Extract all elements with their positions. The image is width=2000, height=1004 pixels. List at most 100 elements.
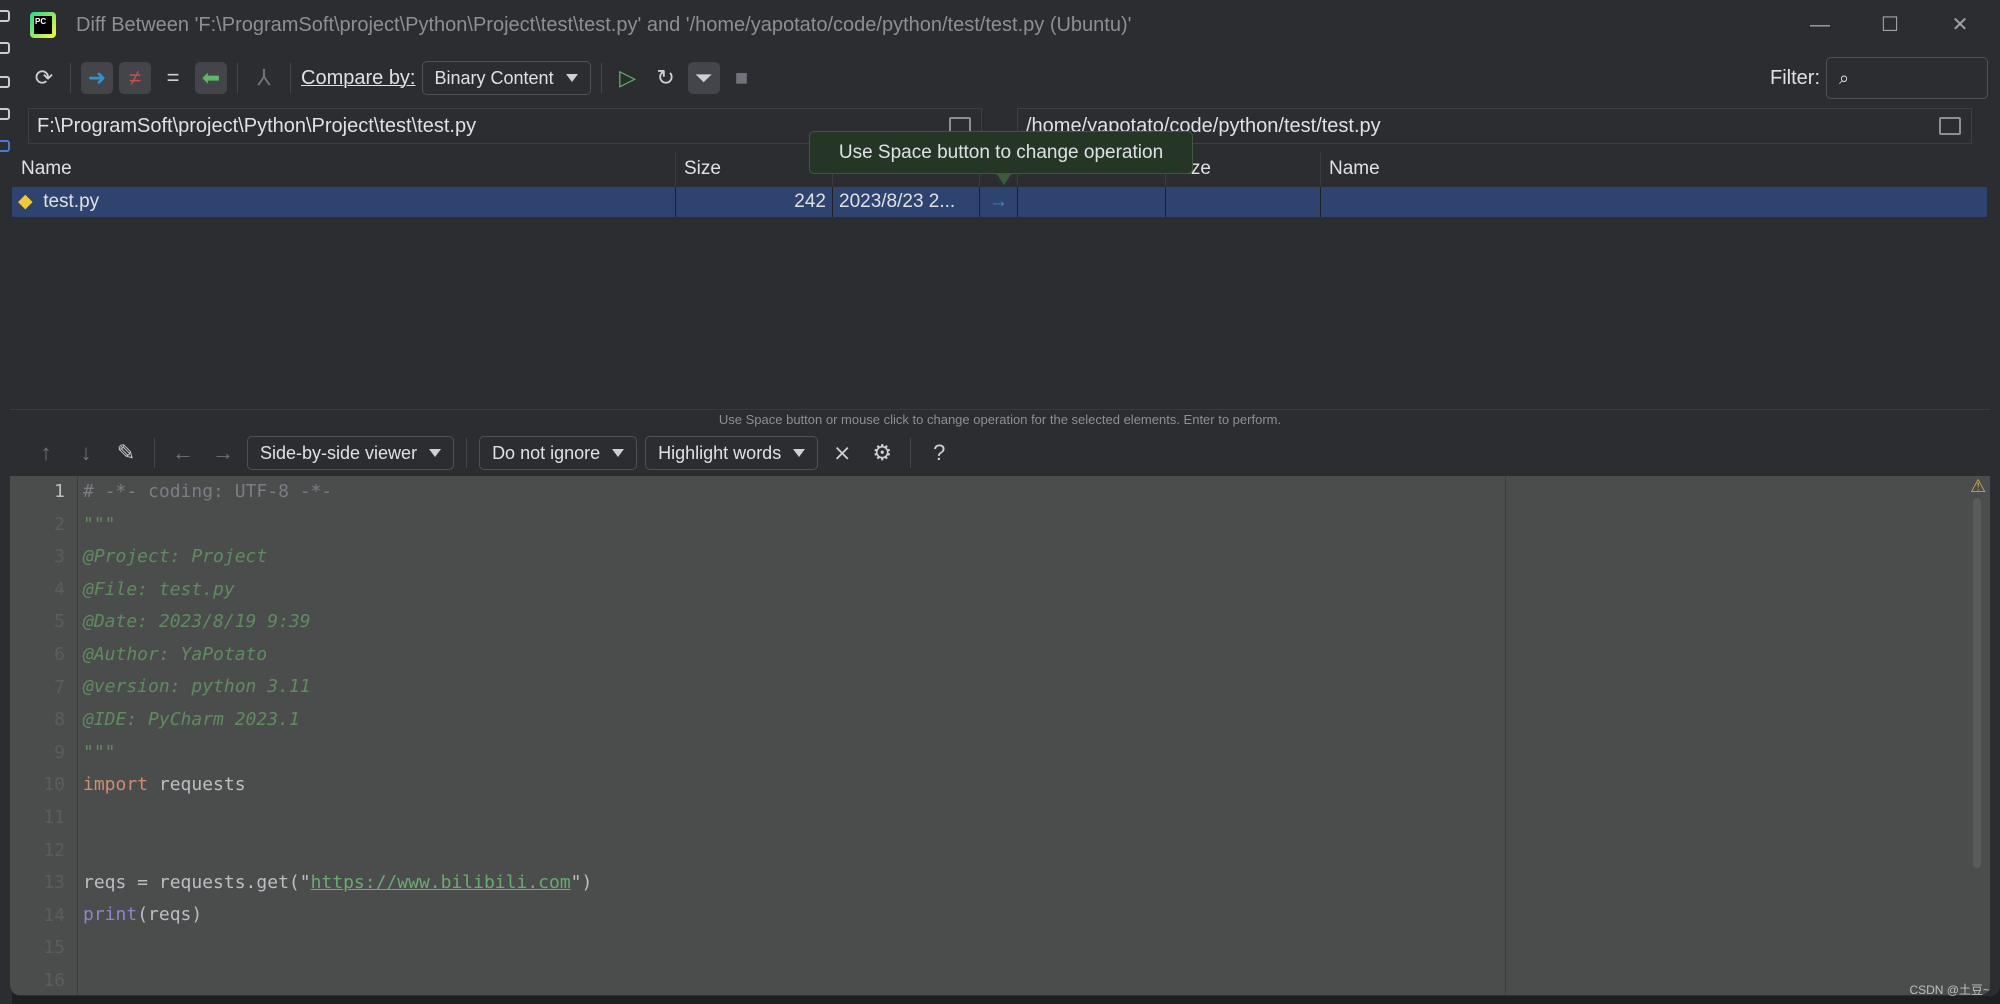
- code-editor[interactable]: 1 2 3 4 5 6 7 8 9 10 11 12 13 14 15 16 # -*- coding: UT…: [10, 476, 1990, 995]
- strip-icon: [0, 140, 10, 152]
- strip-icon: [0, 42, 10, 54]
- operation-arrow-icon[interactable]: →: [980, 187, 1018, 217]
- code-line: print(reqs): [83, 904, 202, 925]
- code-line: import requests: [83, 774, 246, 795]
- table-row[interactable]: ◆ test.py 242 2023/8/23 2... →: [12, 187, 1987, 217]
- line-number: 6: [54, 644, 65, 665]
- ignore-dropdown[interactable]: Do not ignore: [479, 436, 638, 470]
- title-bar: PC Diff Between 'F:\ProgramSoft\project\…: [10, 0, 2000, 50]
- code-text: (reqs): [137, 904, 203, 925]
- synchronize-icon[interactable]: ▷: [612, 62, 644, 94]
- line-number: 11: [43, 807, 65, 828]
- tooltip-pointer: [996, 173, 1012, 185]
- code-line: @version: python 3.11: [83, 676, 311, 697]
- code-line: """: [83, 742, 116, 763]
- line-number: 1: [54, 481, 65, 502]
- separator: [600, 63, 602, 93]
- maximize-button[interactable]: ☐: [1875, 10, 1905, 40]
- line-number: 15: [43, 937, 65, 959]
- file-name: test.py: [43, 191, 100, 212]
- filter-icon[interactable]: ⏷: [687, 62, 720, 94]
- arrow-right-icon[interactable]: ➜: [81, 62, 113, 94]
- cell-date: 2023/8/23 2...: [833, 187, 980, 217]
- strip-icon: [0, 108, 10, 120]
- code-text: reqs = requests.get(": [83, 872, 311, 893]
- line-number: 3: [54, 546, 65, 568]
- line-number: 4: [54, 578, 65, 600]
- close-button[interactable]: ✕: [1945, 10, 1975, 40]
- cell-right-date: [1018, 187, 1166, 217]
- file-comparison-table: Name Size Date Date Size Name ◆ test.py …: [10, 148, 1990, 408]
- search-icon: ⌕: [1839, 67, 1850, 88]
- separator: [154, 438, 155, 468]
- line-number: 14: [43, 904, 65, 926]
- compare-by-label: Compare by:: [301, 66, 416, 89]
- separator: [70, 63, 71, 93]
- code-line: @IDE: PyCharm 2023.1: [83, 709, 300, 730]
- arrow-left-icon[interactable]: ⬅: [195, 62, 227, 94]
- viewer-dropdown[interactable]: Side-by-side viewer: [247, 436, 455, 470]
- compare-by-dropdown[interactable]: Binary Content: [421, 61, 591, 95]
- collapse-icon[interactable]: ⨯: [826, 437, 858, 469]
- line-number: 7: [54, 676, 65, 698]
- add-icon[interactable]: ■: [726, 62, 758, 94]
- keyword: import: [83, 774, 149, 795]
- equal-icon[interactable]: =: [157, 62, 189, 94]
- header-name[interactable]: Name: [13, 152, 676, 186]
- help-icon[interactable]: ?: [923, 437, 955, 469]
- folder-icon[interactable]: [1939, 117, 1961, 135]
- separator: [910, 438, 912, 468]
- refresh-run-icon[interactable]: ↻: [650, 62, 682, 94]
- left-path: F:\ProgramSoft\project\Python\Project\te…: [37, 114, 477, 137]
- highlight-dropdown[interactable]: Highlight words: [645, 436, 819, 470]
- gear-icon[interactable]: ⚙: [866, 437, 898, 469]
- code-line: # -*- coding: UTF-8 -*-: [83, 481, 333, 502]
- vertical-scrollbar[interactable]: [1973, 498, 1981, 868]
- edit-icon[interactable]: ✎: [110, 437, 142, 469]
- line-number: 13: [43, 872, 65, 894]
- chevron-down-icon: [565, 74, 578, 82]
- arrow-back-icon[interactable]: ←: [167, 437, 199, 469]
- line-number: 10: [43, 774, 65, 796]
- viewer-value: Side-by-side viewer: [260, 442, 418, 463]
- header-right-name[interactable]: Name: [1321, 152, 1987, 186]
- code-line: @Author: YaPotato: [83, 644, 268, 665]
- line-number: 16: [43, 970, 65, 991]
- window-title: Diff Between 'F:\ProgramSoft\project\Pyt…: [76, 13, 1132, 36]
- refresh-icon[interactable]: ⟳: [28, 62, 60, 94]
- separator: [237, 63, 238, 93]
- right-pane-divider[interactable]: [1505, 476, 1506, 995]
- previous-difference-icon[interactable]: ↑: [30, 437, 62, 469]
- compare-by-value: Binary Content: [434, 67, 554, 88]
- next-difference-icon[interactable]: ↓: [70, 437, 102, 469]
- url-link[interactable]: https://www.bilibili.com: [311, 872, 571, 893]
- warning-icon[interactable]: ⚠: [1970, 476, 1986, 497]
- separator: [466, 438, 468, 468]
- code-line: @File: test.py: [83, 579, 235, 600]
- line-number: 2: [54, 513, 65, 535]
- chevron-down-icon: [429, 449, 442, 457]
- chevron-down-icon: [793, 449, 806, 457]
- python-file-icon: ◆: [18, 191, 33, 212]
- arrow-forward-icon[interactable]: →: [207, 437, 239, 469]
- code-line: @Date: 2023/8/19 9:39: [83, 611, 311, 632]
- code-line: reqs = requests.get("https://www.bilibil…: [83, 872, 592, 893]
- chevron-down-icon: [612, 449, 625, 457]
- minimize-button[interactable]: —: [1805, 10, 1835, 40]
- filter-input[interactable]: ⌕: [1826, 57, 1988, 99]
- code-text: "): [570, 872, 593, 893]
- line-number-gutter: 1 2 3 4 5 6 7 8 9 10 11 12 13 14 15 16: [10, 476, 78, 995]
- status-hint: Use Space button or mouse click to chang…: [10, 409, 1990, 429]
- diff-toolbar: ↑ ↓ ✎ ← → Side-by-side viewer Do not ign…: [10, 432, 1990, 474]
- pycharm-logo-icon: PC: [30, 12, 56, 38]
- filter-label: Filter:: [1770, 66, 1820, 89]
- compare-toolbar: ⟳ ➜ ≠ = ⬅ ⅄ Compare by: Binary Content ▷…: [10, 56, 2000, 100]
- code-line: @Project: Project: [83, 546, 268, 567]
- ignore-value: Do not ignore: [492, 442, 601, 463]
- strip-icon: [0, 76, 10, 88]
- cell-name: ◆ test.py: [12, 187, 676, 217]
- strip-icon: [0, 10, 10, 22]
- separator: [290, 63, 291, 93]
- merge-icon[interactable]: ⅄: [248, 62, 280, 94]
- not-equal-icon[interactable]: ≠: [119, 62, 151, 94]
